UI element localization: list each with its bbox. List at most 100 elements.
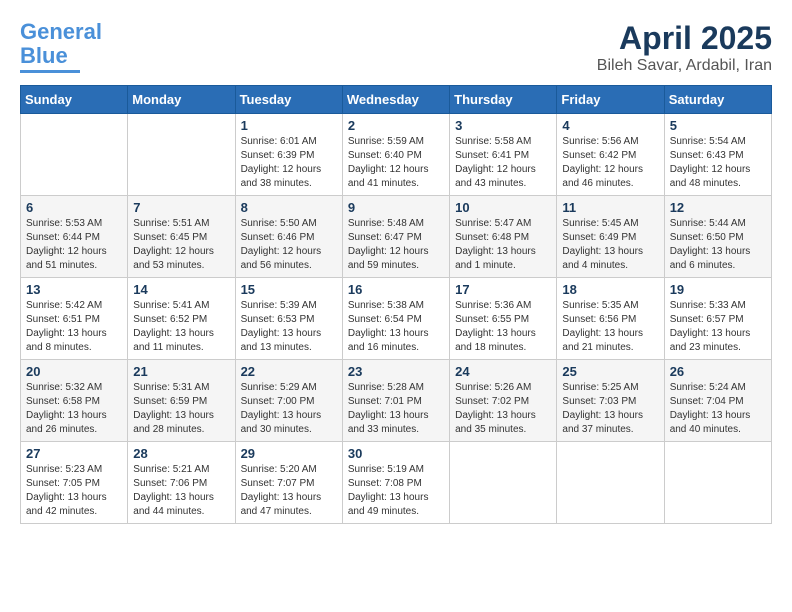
- day-number: 15: [241, 282, 337, 297]
- day-number: 2: [348, 118, 444, 133]
- weekday-header-cell: Monday: [128, 86, 235, 114]
- calendar-cell: 23 Sunrise: 5:28 AM Sunset: 7:01 PM Dayli…: [342, 360, 449, 442]
- calendar-cell: 22Sunrise: 5:29 AM Sunset: 7:00 PM Dayli…: [235, 360, 342, 442]
- day-number: 1: [241, 118, 337, 133]
- calendar-cell: 25 Sunrise: 5:25 AM Sunset: 7:03 PM Dayli…: [557, 360, 664, 442]
- calendar-week-row: 13 Sunrise: 5:42 AM Sunset: 6:51 PM Dayli…: [21, 278, 772, 360]
- day-info: Sunrise: 5:59 AM Sunset: 6:40 PM Dayligh…: [348, 135, 444, 191]
- weekday-header-cell: Sunday: [21, 86, 128, 114]
- day-info: Sunrise: 5:21 AM Sunset: 7:06 PM Dayligh…: [133, 463, 229, 519]
- header: General Blue April 2025 Bileh Savar, Ard…: [20, 20, 772, 75]
- calendar-cell: 9 Sunrise: 5:48 AM Sunset: 6:47 PM Daylig…: [342, 196, 449, 278]
- calendar-week-row: 6 Sunrise: 5:53 AM Sunset: 6:44 PM Daylig…: [21, 196, 772, 278]
- day-number: 11: [562, 200, 658, 215]
- calendar-week-row: 1Sunrise: 6:01 AM Sunset: 6:39 PM Daylig…: [21, 114, 772, 196]
- day-info: Sunrise: 5:20 AM Sunset: 7:07 PM Dayligh…: [241, 463, 337, 519]
- day-number: 3: [455, 118, 551, 133]
- weekday-header-cell: Tuesday: [235, 86, 342, 114]
- calendar-cell: 10 Sunrise: 5:47 AM Sunset: 6:48 PM Dayli…: [450, 196, 557, 278]
- month-title: April 2025: [597, 20, 772, 57]
- day-number: 7: [133, 200, 229, 215]
- day-info: Sunrise: 5:44 AM Sunset: 6:50 PM Dayligh…: [670, 217, 766, 273]
- calendar-cell: 21Sunrise: 5:31 AM Sunset: 6:59 PM Dayli…: [128, 360, 235, 442]
- day-info: Sunrise: 5:29 AM Sunset: 7:00 PM Dayligh…: [241, 381, 337, 437]
- calendar-cell: 27 Sunrise: 5:23 AM Sunset: 7:05 PM Dayli…: [21, 442, 128, 524]
- location-title: Bileh Savar, Ardabil, Iran: [597, 57, 772, 75]
- day-number: 8: [241, 200, 337, 215]
- day-info: Sunrise: 5:38 AM Sunset: 6:54 PM Dayligh…: [348, 299, 444, 355]
- day-info: Sunrise: 5:51 AM Sunset: 6:45 PM Dayligh…: [133, 217, 229, 273]
- day-info: Sunrise: 5:36 AM Sunset: 6:55 PM Dayligh…: [455, 299, 551, 355]
- day-number: 4: [562, 118, 658, 133]
- calendar-cell: [450, 442, 557, 524]
- day-number: 5: [670, 118, 766, 133]
- day-number: 13: [26, 282, 122, 297]
- calendar-cell: 29 Sunrise: 5:20 AM Sunset: 7:07 PM Dayli…: [235, 442, 342, 524]
- day-info: Sunrise: 5:39 AM Sunset: 6:53 PM Dayligh…: [241, 299, 337, 355]
- calendar-cell: 20 Sunrise: 5:32 AM Sunset: 6:58 PM Dayli…: [21, 360, 128, 442]
- calendar-cell: 4 Sunrise: 5:56 AM Sunset: 6:42 PM Daylig…: [557, 114, 664, 196]
- day-number: 26: [670, 364, 766, 379]
- calendar-cell: [128, 114, 235, 196]
- day-number: 17: [455, 282, 551, 297]
- day-info: Sunrise: 5:41 AM Sunset: 6:52 PM Dayligh…: [133, 299, 229, 355]
- calendar-cell: 1Sunrise: 6:01 AM Sunset: 6:39 PM Daylig…: [235, 114, 342, 196]
- calendar-cell: 18Sunrise: 5:35 AM Sunset: 6:56 PM Dayli…: [557, 278, 664, 360]
- day-number: 28: [133, 446, 229, 461]
- calendar-cell: 17 Sunrise: 5:36 AM Sunset: 6:55 PM Dayli…: [450, 278, 557, 360]
- day-number: 23: [348, 364, 444, 379]
- day-info: Sunrise: 5:50 AM Sunset: 6:46 PM Dayligh…: [241, 217, 337, 273]
- day-info: Sunrise: 5:47 AM Sunset: 6:48 PM Dayligh…: [455, 217, 551, 273]
- day-info: Sunrise: 5:48 AM Sunset: 6:47 PM Dayligh…: [348, 217, 444, 273]
- day-info: Sunrise: 5:58 AM Sunset: 6:41 PM Dayligh…: [455, 135, 551, 191]
- day-number: 14: [133, 282, 229, 297]
- calendar-cell: 28 Sunrise: 5:21 AM Sunset: 7:06 PM Dayli…: [128, 442, 235, 524]
- day-info: Sunrise: 5:25 AM Sunset: 7:03 PM Dayligh…: [562, 381, 658, 437]
- day-info: Sunrise: 5:42 AM Sunset: 6:51 PM Dayligh…: [26, 299, 122, 355]
- day-number: 24: [455, 364, 551, 379]
- calendar-cell: [664, 442, 771, 524]
- day-number: 29: [241, 446, 337, 461]
- calendar-cell: 24 Sunrise: 5:26 AM Sunset: 7:02 PM Dayli…: [450, 360, 557, 442]
- day-info: Sunrise: 5:24 AM Sunset: 7:04 PM Dayligh…: [670, 381, 766, 437]
- day-info: Sunrise: 5:56 AM Sunset: 6:42 PM Dayligh…: [562, 135, 658, 191]
- day-number: 18: [562, 282, 658, 297]
- day-info: Sunrise: 5:33 AM Sunset: 6:57 PM Dayligh…: [670, 299, 766, 355]
- day-info: Sunrise: 5:53 AM Sunset: 6:44 PM Dayligh…: [26, 217, 122, 273]
- calendar-table: SundayMondayTuesdayWednesdayThursdayFrid…: [20, 85, 772, 524]
- calendar-cell: 11 Sunrise: 5:45 AM Sunset: 6:49 PM Dayli…: [557, 196, 664, 278]
- logo-general: General: [20, 19, 102, 44]
- day-number: 25: [562, 364, 658, 379]
- calendar-cell: 6 Sunrise: 5:53 AM Sunset: 6:44 PM Daylig…: [21, 196, 128, 278]
- logo: General Blue: [20, 20, 102, 73]
- day-number: 12: [670, 200, 766, 215]
- day-info: Sunrise: 5:26 AM Sunset: 7:02 PM Dayligh…: [455, 381, 551, 437]
- day-number: 30: [348, 446, 444, 461]
- calendar-cell: 2 Sunrise: 5:59 AM Sunset: 6:40 PM Daylig…: [342, 114, 449, 196]
- calendar-body: 1Sunrise: 6:01 AM Sunset: 6:39 PM Daylig…: [21, 114, 772, 524]
- calendar-week-row: 27 Sunrise: 5:23 AM Sunset: 7:05 PM Dayli…: [21, 442, 772, 524]
- day-number: 19: [670, 282, 766, 297]
- day-number: 6: [26, 200, 122, 215]
- calendar-cell: 5Sunrise: 5:54 AM Sunset: 6:43 PM Daylig…: [664, 114, 771, 196]
- calendar-week-row: 20 Sunrise: 5:32 AM Sunset: 6:58 PM Dayli…: [21, 360, 772, 442]
- weekday-header-cell: Wednesday: [342, 86, 449, 114]
- calendar-cell: 30Sunrise: 5:19 AM Sunset: 7:08 PM Dayli…: [342, 442, 449, 524]
- title-area: April 2025 Bileh Savar, Ardabil, Iran: [597, 20, 772, 75]
- day-info: Sunrise: 5:28 AM Sunset: 7:01 PM Dayligh…: [348, 381, 444, 437]
- day-info: Sunrise: 5:32 AM Sunset: 6:58 PM Dayligh…: [26, 381, 122, 437]
- calendar-cell: 12 Sunrise: 5:44 AM Sunset: 6:50 PM Dayli…: [664, 196, 771, 278]
- weekday-header-cell: Saturday: [664, 86, 771, 114]
- logo-underline: [20, 70, 80, 73]
- day-number: 9: [348, 200, 444, 215]
- logo-text: General Blue: [20, 20, 102, 68]
- day-info: Sunrise: 5:45 AM Sunset: 6:49 PM Dayligh…: [562, 217, 658, 273]
- calendar-cell: [21, 114, 128, 196]
- day-number: 21: [133, 364, 229, 379]
- weekday-header-cell: Thursday: [450, 86, 557, 114]
- day-number: 27: [26, 446, 122, 461]
- day-number: 20: [26, 364, 122, 379]
- calendar-cell: 13 Sunrise: 5:42 AM Sunset: 6:51 PM Dayli…: [21, 278, 128, 360]
- day-info: Sunrise: 5:23 AM Sunset: 7:05 PM Dayligh…: [26, 463, 122, 519]
- day-number: 10: [455, 200, 551, 215]
